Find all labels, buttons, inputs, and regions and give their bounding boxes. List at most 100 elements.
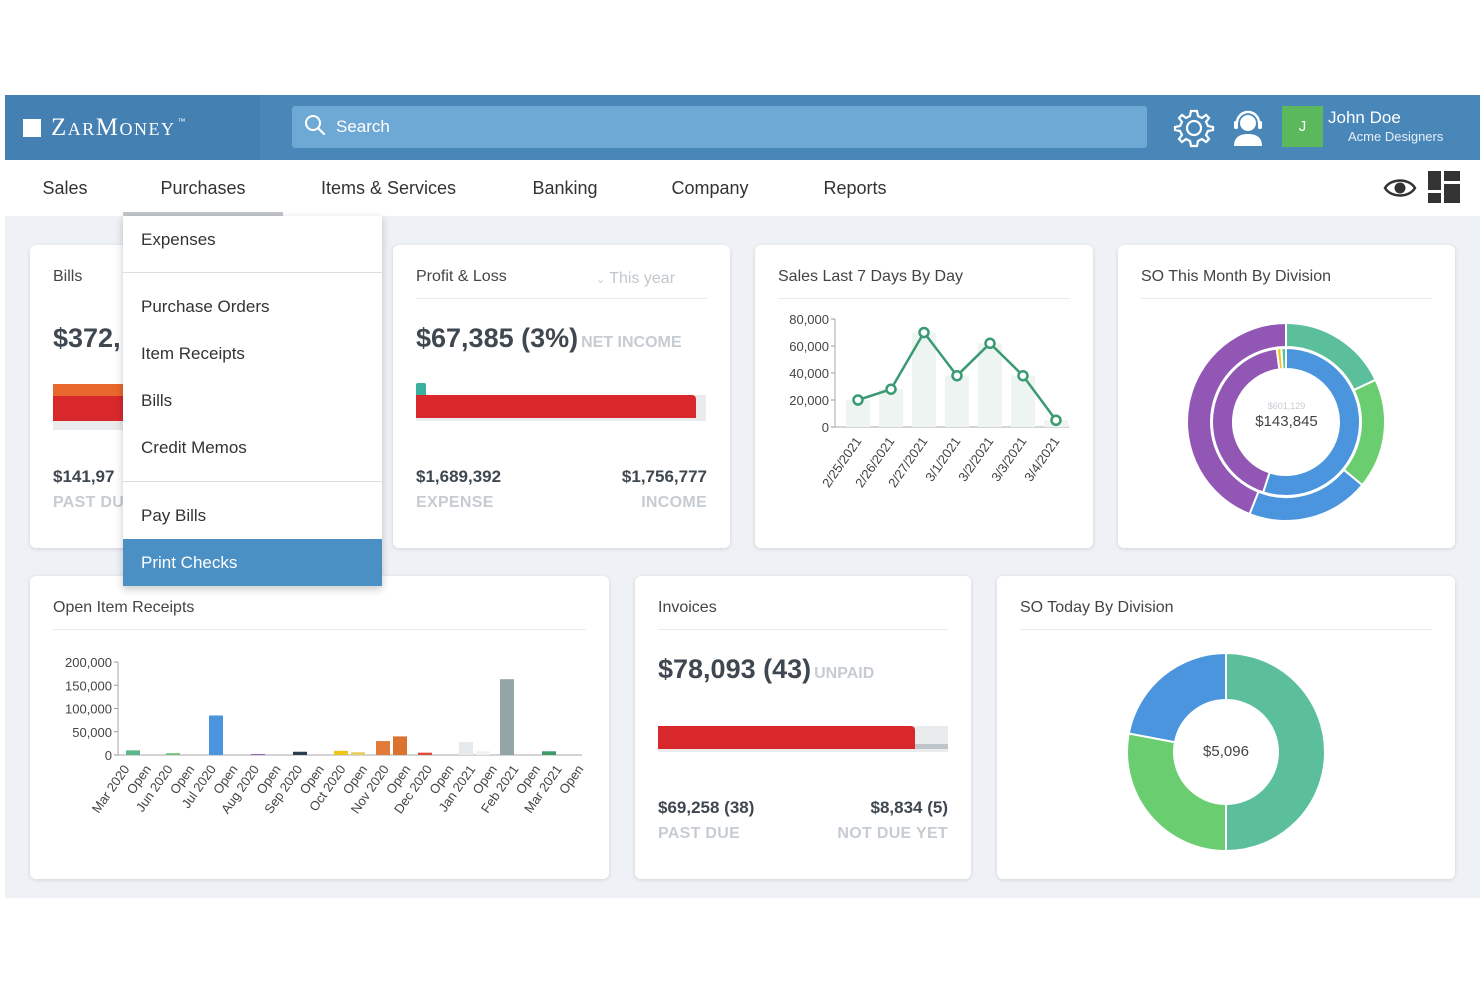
expense-label: EXPENSE <box>416 494 494 511</box>
card-title: SO This Month By Division <box>1141 268 1331 285</box>
divider <box>658 629 948 630</box>
search-icon <box>304 114 336 141</box>
menu-spacer <box>123 482 382 492</box>
bar <box>376 741 390 755</box>
invoices-card: Invoices $78,093 (43) UNPAID $69,258 (38)… <box>635 576 971 879</box>
donut-center-value: $143,845 <box>1255 413 1318 430</box>
pl-bar-red <box>416 395 696 418</box>
not-due-label: NOT DUE YET <box>837 825 948 842</box>
brand-logo[interactable]: ZarMoney ™ <box>5 95 260 160</box>
brand-name: ZarMoney <box>51 113 176 141</box>
donut-slice <box>1127 651 1227 744</box>
unpaid-value: $78,093 (43) <box>658 654 812 684</box>
bills-bar-orange <box>53 384 133 396</box>
menu-item-print-checks[interactable]: Print Checks <box>123 539 382 586</box>
bar <box>209 715 223 755</box>
area-bar <box>1011 375 1035 427</box>
y-tick-label: 150,000 <box>65 678 112 693</box>
period-select[interactable]: ⌄ This year <box>596 270 675 288</box>
divider <box>1141 298 1432 299</box>
card-title: Open Item Receipts <box>53 599 195 616</box>
nav-banking[interactable]: Banking <box>529 160 601 216</box>
income-value: $1,756,777 <box>621 467 707 486</box>
main-nav: Sales Purchases Items & Services Banking… <box>5 160 1480 216</box>
chevron-down-icon: ⌄ <box>596 274 606 286</box>
avatar[interactable]: J <box>1282 106 1323 147</box>
donut-center-value: $5,096 <box>1203 743 1249 760</box>
card-title: Profit & Loss <box>416 268 507 285</box>
past-due-value: $69,258 (38) <box>658 798 755 817</box>
eye-icon[interactable] <box>1383 175 1417 206</box>
card-title: Invoices <box>658 599 717 616</box>
not-due-value: $8,834 (5) <box>870 798 949 817</box>
data-point <box>852 394 864 406</box>
bar <box>334 750 348 755</box>
menu-item-item-receipts[interactable]: Item Receipts <box>123 330 382 377</box>
pl-bar-teal <box>416 383 426 395</box>
menu-item-expenses[interactable]: Expenses <box>123 216 382 272</box>
nav-sales[interactable]: Sales <box>40 160 90 216</box>
y-tick-label: 50,000 <box>72 725 112 740</box>
y-tick-label: 200,000 <box>65 655 112 670</box>
divider <box>53 629 586 630</box>
gear-icon[interactable] <box>1172 106 1216 150</box>
data-point <box>885 383 897 395</box>
menu-item-bills[interactable]: Bills <box>123 377 382 424</box>
menu-item-purchase-orders[interactable]: Purchase Orders <box>123 283 382 330</box>
app-window: ZarMoney ™ Search J John Doe Acme Design… <box>5 95 1480 898</box>
sales-7-days-card: Sales Last 7 Days By Day 80,000 60,000 40,… <box>755 245 1093 548</box>
y-tick-label: 80,000 <box>789 312 829 327</box>
donut-slice <box>1280 346 1287 371</box>
y-tick-label: 0 <box>105 748 112 763</box>
y-tick-label: 0 <box>822 420 829 435</box>
bills-past-due-label: PAST DU <box>53 494 125 511</box>
divider <box>778 298 1070 299</box>
user-menu[interactable]: John Doe Acme Designers <box>1328 108 1443 144</box>
data-point <box>1050 414 1062 426</box>
search-input[interactable] <box>336 117 1116 137</box>
bills-past-due: $141,97 <box>53 467 115 486</box>
data-point <box>1017 369 1029 382</box>
nav-reports[interactable]: Reports <box>820 160 890 216</box>
bar <box>293 751 307 755</box>
menu-spacer <box>123 471 382 481</box>
y-tick-label: 40,000 <box>789 366 829 381</box>
area-bar <box>978 343 1002 427</box>
menu-item-credit-memos[interactable]: Credit Memos <box>123 424 382 471</box>
area-bar <box>945 375 969 427</box>
menu-spacer <box>123 273 382 283</box>
bar <box>166 753 180 755</box>
bar <box>542 751 556 755</box>
data-point <box>984 337 996 350</box>
nav-company[interactable]: Company <box>668 160 752 216</box>
bar <box>393 736 407 755</box>
nav-items-services[interactable]: Items & Services <box>317 160 460 216</box>
bills-bar-track <box>53 421 133 430</box>
net-income: $67,385 (3%) NET INCOME <box>416 323 682 354</box>
divider <box>416 298 707 299</box>
net-income-value: $67,385 (3%) <box>416 323 579 353</box>
purchases-dropdown: Expenses Purchase Orders Item Receipts B… <box>123 216 382 586</box>
y-tick-label: 100,000 <box>65 702 112 717</box>
menu-item-pay-bills[interactable]: Pay Bills <box>123 492 382 539</box>
bar <box>418 752 432 755</box>
user-company: Acme Designers <box>1348 129 1444 144</box>
donut-sub-value: $601,129 <box>1267 401 1306 411</box>
expense-value: $1,689,392 <box>416 467 502 486</box>
bills-total: $372, <box>53 323 121 353</box>
data-point <box>918 326 930 339</box>
trademark: ™ <box>177 117 186 126</box>
card-title: Bills <box>53 268 83 285</box>
dashboard-layout-icon[interactable] <box>1428 171 1460 208</box>
so-month-card: SO This Month By Division $601,129 $143,… <box>1118 245 1455 548</box>
divider <box>1020 629 1432 630</box>
nav-purchases[interactable]: Purchases <box>123 160 283 216</box>
y-tick-label: 20,000 <box>789 393 829 408</box>
user-name: John Doe <box>1328 108 1401 127</box>
support-agent-icon[interactable] <box>1226 106 1270 150</box>
search-box[interactable] <box>292 106 1147 148</box>
card-title: SO Today By Division <box>1020 599 1174 616</box>
period-label: This year <box>609 270 676 287</box>
top-bar: ZarMoney ™ Search J John Doe Acme Design… <box>5 95 1480 160</box>
unpaid-label: UNPAID <box>814 665 875 682</box>
